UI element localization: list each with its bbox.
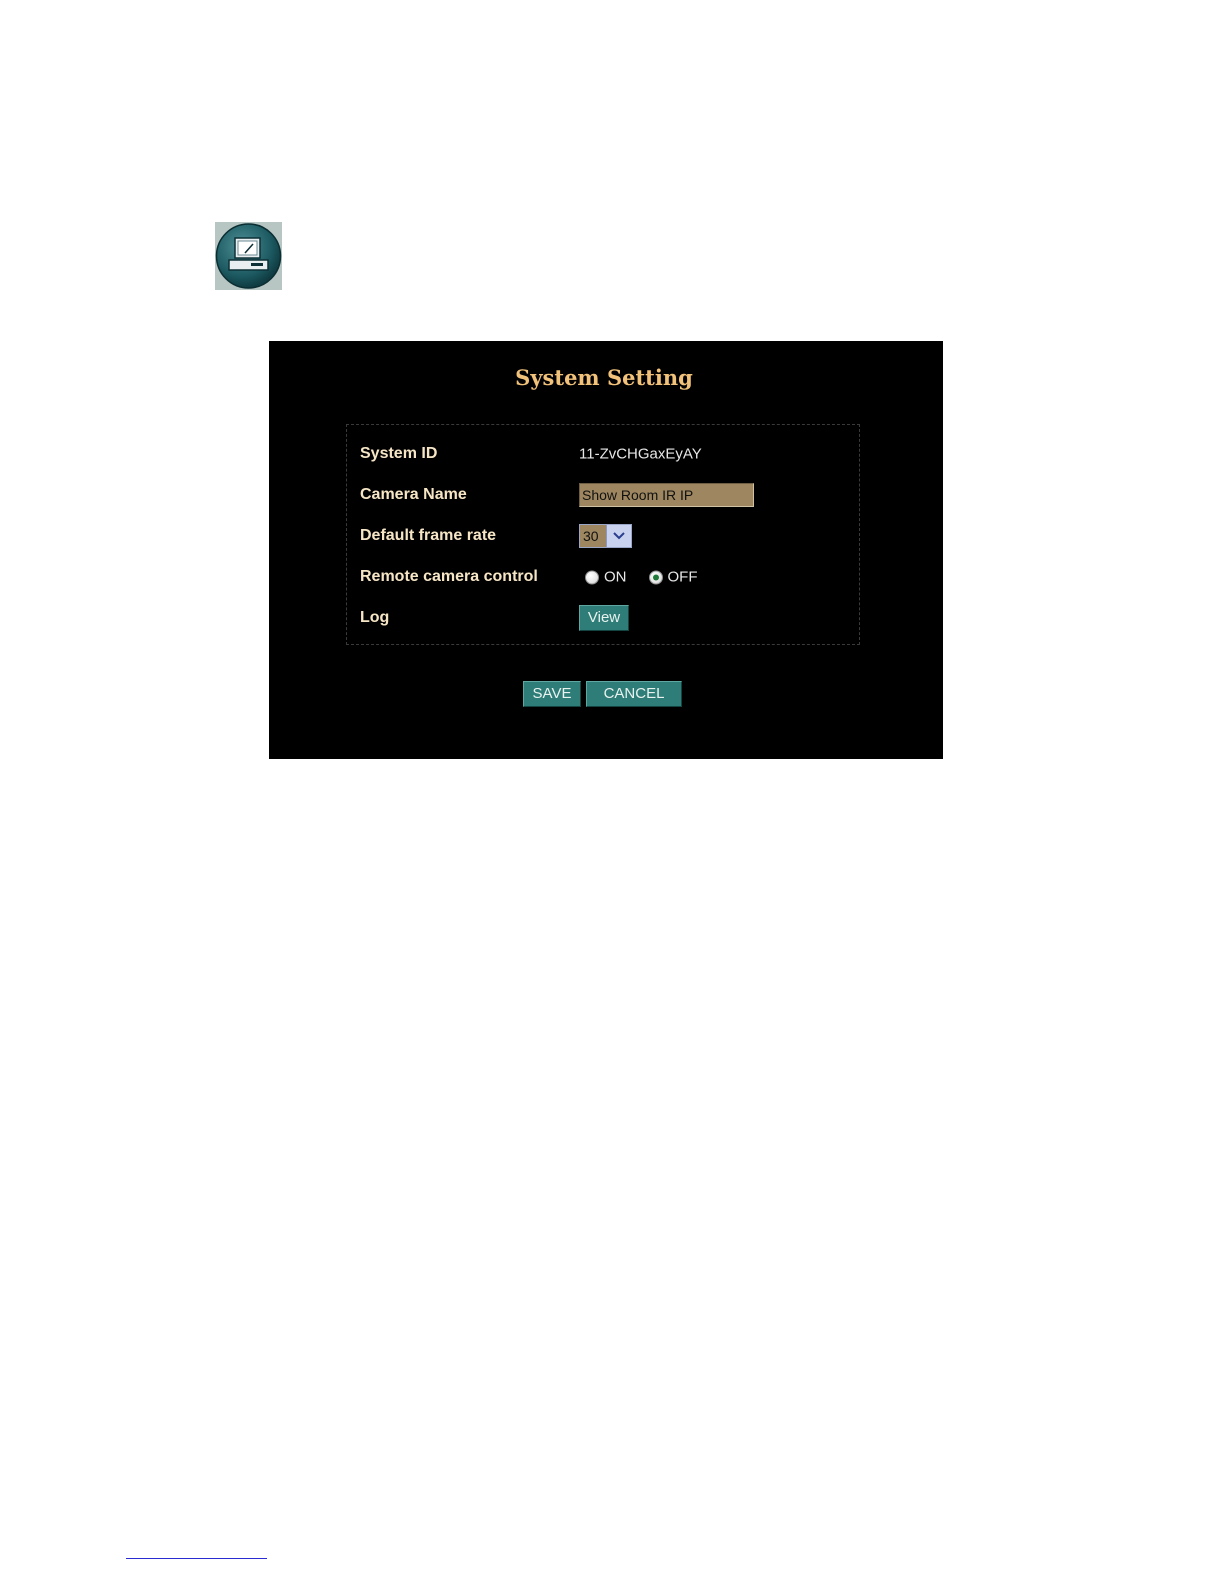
- remote-control-value-wrap: ON OFF: [579, 569, 714, 586]
- frame-rate-selected: 30: [583, 528, 599, 544]
- frame-rate-row: Default frame rate 30: [360, 521, 850, 551]
- camera-name-value-wrap: [579, 483, 754, 507]
- save-button[interactable]: SAVE: [523, 681, 581, 707]
- radio-off[interactable]: [648, 570, 663, 584]
- system-setting-panel: System Setting System ID 11-ZvCHGaxEyAY …: [269, 341, 943, 759]
- frame-rate-label: Default frame rate: [360, 527, 497, 544]
- panel-title: System Setting: [515, 365, 693, 390]
- settings-box: System ID 11-ZvCHGaxEyAY Camera Name Def…: [346, 424, 860, 645]
- camera-name-row: Camera Name: [360, 480, 850, 510]
- system-id-label: System ID: [360, 445, 438, 462]
- radio-on[interactable]: [585, 570, 599, 584]
- camera-name-input[interactable]: [579, 483, 754, 507]
- view-log-button[interactable]: View: [579, 605, 629, 631]
- remote-control-label: Remote camera control: [360, 568, 538, 585]
- frame-rate-select[interactable]: 30: [579, 524, 632, 548]
- remote-control-radio-group: ON OFF: [585, 569, 714, 586]
- frame-rate-value-wrap: 30: [579, 524, 632, 548]
- remote-control-row: Remote camera control ON OFF: [360, 562, 850, 592]
- log-value-wrap: View: [579, 605, 629, 631]
- camera-name-label: Camera Name: [360, 486, 467, 503]
- system-settings-icon: [215, 222, 282, 290]
- log-label: Log: [360, 609, 390, 626]
- radio-option-off[interactable]: OFF: [648, 569, 698, 586]
- radio-off-label[interactable]: OFF: [668, 569, 698, 586]
- radio-on-label[interactable]: ON: [604, 569, 627, 586]
- chevron-down-icon[interactable]: [606, 525, 631, 547]
- cancel-button[interactable]: CANCEL: [586, 681, 682, 707]
- system-id-value: 11-ZvCHGaxEyAY: [579, 445, 702, 463]
- system-id-value-wrap: 11-ZvCHGaxEyAY: [579, 446, 702, 463]
- log-row: Log View: [360, 603, 850, 633]
- radio-option-on[interactable]: ON: [585, 569, 627, 586]
- footnote-divider: [126, 1558, 267, 1559]
- system-id-row: System ID 11-ZvCHGaxEyAY: [360, 439, 850, 469]
